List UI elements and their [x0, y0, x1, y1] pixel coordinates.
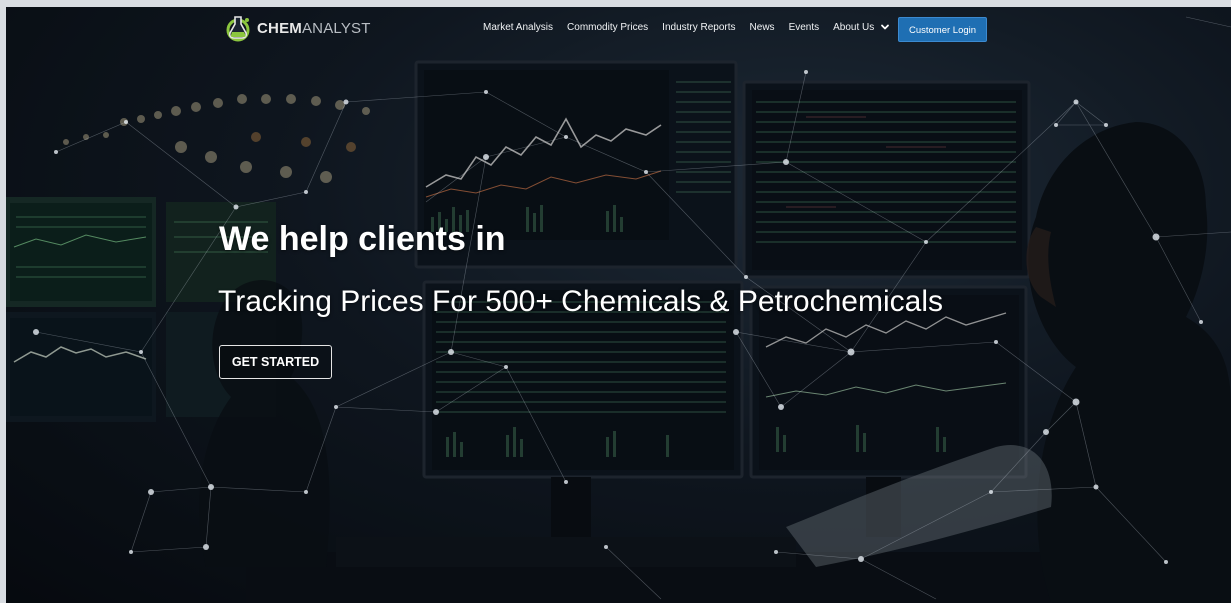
main-menu: Market Analysis Commodity Prices Industr…	[483, 7, 890, 47]
nav-item-market-analysis[interactable]: Market Analysis	[483, 22, 553, 33]
nav-item-events[interactable]: Events	[789, 22, 820, 33]
hero-section: CHEMANALYST Market Analysis Commodity Pr…	[6, 7, 1231, 603]
brand-name-analyst: ANALYST	[301, 19, 371, 37]
chevron-down-icon[interactable]	[880, 22, 890, 32]
chemanalyst-logo[interactable]: CHEMANALYST	[224, 13, 371, 43]
get-started-button[interactable]: GET STARTED	[219, 345, 332, 379]
flask-logo-icon	[226, 16, 250, 42]
hero-subline: Tracking Prices For 500+ Chemicals & Pet…	[218, 285, 943, 318]
brand-name-chem: CHEM	[257, 19, 302, 37]
nav-item-commodity-prices[interactable]: Commodity Prices	[567, 22, 648, 33]
nav-item-industry-reports[interactable]: Industry Reports	[662, 22, 735, 33]
brand-name: CHEMANALYST	[257, 20, 371, 37]
customer-login-button[interactable]: Customer Login	[898, 17, 987, 42]
top-navigation: CHEMANALYST Market Analysis Commodity Pr…	[6, 7, 1231, 51]
nav-item-about-us[interactable]: About Us	[833, 22, 874, 33]
hero-headline: We help clients in	[219, 220, 506, 258]
nav-item-news[interactable]: News	[750, 22, 775, 33]
